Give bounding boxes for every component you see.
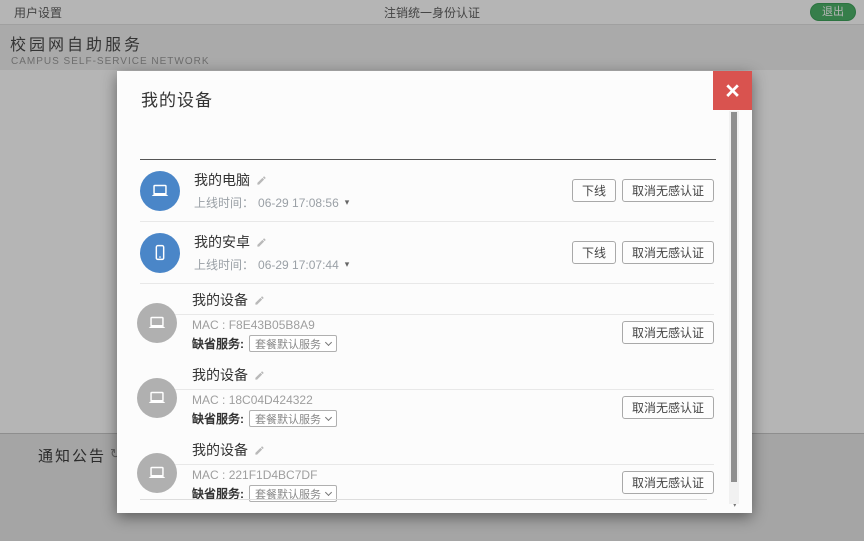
- online-time-value: 06-29 17:08:56: [258, 196, 339, 210]
- edit-pencil-icon[interactable]: [254, 370, 265, 381]
- chevron-down-icon[interactable]: ▾: [345, 259, 350, 270]
- online-time-value: 06-29 17:07:44: [258, 258, 339, 272]
- mac-value: 18C04D424322: [229, 393, 313, 407]
- device-name: 我的设备: [192, 440, 248, 460]
- default-service-label: 缺省服务:: [192, 335, 244, 352]
- laptop-icon: [137, 378, 177, 418]
- mac-label: MAC :: [192, 468, 225, 482]
- cancel-auth-button[interactable]: 取消无感认证: [622, 471, 714, 494]
- scrollbar-track[interactable]: [729, 111, 739, 504]
- chevron-down-icon[interactable]: ▾: [345, 197, 350, 208]
- mac-value: 221F1D4BC7DF: [229, 468, 318, 482]
- scrollbar-thumb[interactable]: [731, 112, 737, 482]
- default-service-label: 缺省服务:: [192, 410, 244, 427]
- edit-pencil-icon[interactable]: [256, 237, 267, 248]
- cancel-auth-button[interactable]: 取消无感认证: [622, 241, 714, 264]
- cancel-auth-button[interactable]: 取消无感认证: [622, 179, 714, 202]
- device-row-registered: 我的设备 MAC : 221F1D4BC7DF 缺省服务: 套餐默认服务: [140, 434, 714, 509]
- cancel-auth-button[interactable]: 取消无感认证: [622, 321, 714, 344]
- default-service-value: 套餐默认服务: [255, 411, 321, 427]
- chevron-down-icon: [325, 489, 332, 496]
- smartphone-icon: [140, 233, 180, 273]
- device-row-registered: 我的设备 MAC : 18C04D424322 缺省服务: 套餐默认服务: [140, 359, 714, 434]
- laptop-icon: [140, 171, 180, 211]
- device-list: 我的电脑 上线时间： 06-29 17:08:56 ▾ 下线 取消无感认证: [140, 160, 714, 509]
- chevron-down-icon: [325, 339, 332, 346]
- my-devices-modal: × 我的设备 我的电脑 上线时间： 06-29 17:08:56 ▾: [117, 71, 752, 513]
- device-row-android: 我的安卓 上线时间： 06-29 17:07:44 ▾ 下线 取消无感认证: [140, 222, 714, 283]
- laptop-icon: [137, 453, 177, 493]
- device-name: 我的安卓: [194, 232, 250, 252]
- device-row-registered: 我的设备 MAC : F8E43B05B8A9 缺省服务: 套餐默认服务: [140, 284, 714, 359]
- cancel-auth-button[interactable]: 取消无感认证: [622, 396, 714, 419]
- close-icon[interactable]: ×: [713, 71, 752, 110]
- default-service-value: 套餐默认服务: [255, 336, 321, 352]
- edit-pencil-icon[interactable]: [254, 445, 265, 456]
- laptop-icon: [137, 303, 177, 343]
- edit-pencil-icon[interactable]: [254, 295, 265, 306]
- edit-pencil-icon[interactable]: [256, 175, 267, 186]
- offline-button[interactable]: 下线: [572, 241, 616, 264]
- mac-label: MAC :: [192, 318, 225, 332]
- device-name: 我的电脑: [194, 170, 250, 190]
- device-row-computer: 我的电脑 上线时间： 06-29 17:08:56 ▾ 下线 取消无感认证: [140, 160, 714, 221]
- modal-title: 我的设备: [141, 86, 752, 111]
- online-time-label: 上线时间：: [194, 194, 254, 211]
- mac-label: MAC :: [192, 393, 225, 407]
- default-service-select[interactable]: 套餐默认服务: [249, 410, 337, 427]
- default-service-select[interactable]: 套餐默认服务: [249, 335, 337, 352]
- mac-value: F8E43B05B8A9: [229, 318, 315, 332]
- offline-button[interactable]: 下线: [572, 179, 616, 202]
- device-name: 我的设备: [192, 290, 248, 310]
- device-name: 我的设备: [192, 365, 248, 385]
- online-time-label: 上线时间：: [194, 256, 254, 273]
- bottom-divider: [140, 499, 707, 500]
- chevron-down-icon: [325, 414, 332, 421]
